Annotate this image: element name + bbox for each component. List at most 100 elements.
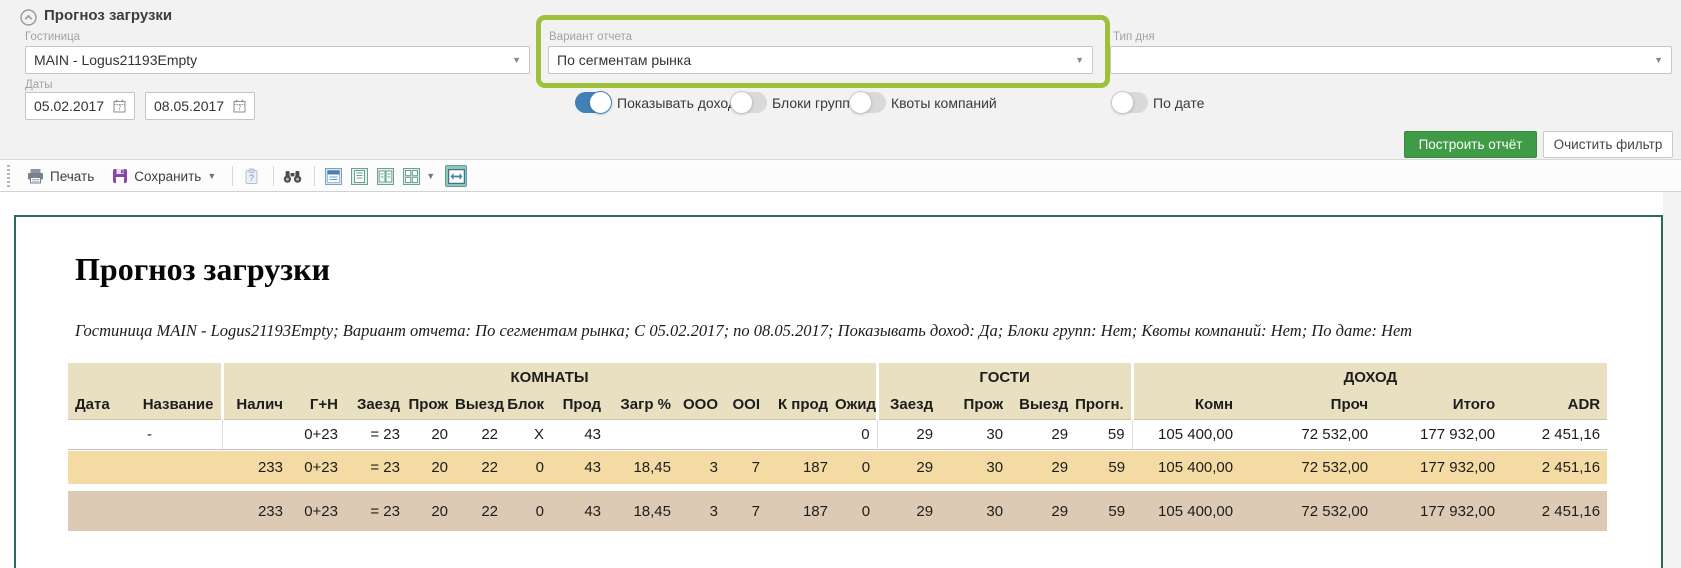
- table-cell: [68, 491, 140, 531]
- table-cell: 187: [767, 491, 835, 531]
- column-header: OOI: [725, 391, 767, 420]
- binoculars-search-icon[interactable]: [281, 165, 303, 187]
- table-cell: [68, 419, 140, 450]
- report-variant-select[interactable]: По сегментам рынка ▼: [548, 46, 1093, 74]
- table-cell: 105 400,00: [1132, 491, 1241, 531]
- column-header: Выезд: [1010, 391, 1076, 420]
- table-cell: 29: [1010, 491, 1076, 531]
- table-cell: 177 932,00: [1375, 491, 1503, 531]
- table-cell: 30: [940, 491, 1011, 531]
- column-header: Итого: [1375, 391, 1503, 420]
- by-date-toggle[interactable]: [1111, 91, 1148, 114]
- clipboard-help-icon[interactable]: ?: [240, 165, 262, 187]
- filter-panel: Прогноз загрузки Гостиница MAIN - Logus2…: [0, 0, 1681, 160]
- table-group-row: КОМНАТЫ ГОСТИ ДОХОД: [68, 363, 1608, 391]
- column-header: Загр %: [608, 391, 678, 420]
- table-cell: [221, 419, 290, 450]
- column-header: Название: [140, 391, 222, 420]
- viewer-right-gutter: [1663, 192, 1681, 568]
- table-cell: 72 532,00: [1240, 451, 1376, 484]
- table-cell: [140, 451, 222, 484]
- view-page-width-icon[interactable]: [445, 165, 468, 187]
- table-cell: 72 532,00: [1240, 491, 1376, 531]
- toolbar-separator: [232, 166, 234, 186]
- column-header: Налич: [220, 391, 290, 420]
- toolbar-separator: [314, 166, 316, 186]
- view-continuous-icon[interactable]: [348, 165, 370, 187]
- report-title: Прогноз загрузки: [75, 251, 331, 287]
- clear-filter-button[interactable]: Очистить фильтр: [1543, 131, 1673, 158]
- day-type-select[interactable]: ▼: [1110, 46, 1672, 74]
- table-cell: 30: [940, 419, 1011, 450]
- table-cell: = 23: [345, 451, 407, 484]
- table-cell: = 23: [345, 491, 407, 531]
- calendar-icon[interactable]: 7: [113, 99, 126, 113]
- report-table-wrap: КОМНАТЫ ГОСТИ ДОХОД Дата Название Налич Г+Н Зае…: [68, 363, 1608, 531]
- table-cell: 29: [877, 451, 941, 484]
- dates-label: Даты: [25, 79, 53, 91]
- table-cell: 20: [407, 451, 455, 484]
- table-cell: 43: [551, 419, 608, 450]
- screen: Прогноз загрузки Гостиница MAIN - Logus2…: [0, 0, 1681, 568]
- table-cell: 29: [876, 419, 941, 450]
- chevron-down-icon[interactable]: ▼: [426, 171, 435, 181]
- date-to-value: 08.05.2017: [154, 98, 225, 114]
- column-header: Заезд: [345, 391, 407, 420]
- group-blocks-toggle[interactable]: [730, 91, 767, 114]
- table-cell: 0: [505, 491, 551, 531]
- svg-text:?: ?: [249, 173, 254, 183]
- view-facing-pages-icon[interactable]: [374, 165, 396, 187]
- company-quotas-toggle[interactable]: [849, 91, 886, 114]
- report-toolbar: Печать Сохранить ▼ ? ▼: [0, 161, 1681, 192]
- table-cell: 18,45: [608, 451, 678, 484]
- print-button[interactable]: Печать: [22, 165, 99, 187]
- group-header: КОМНАТЫ: [220, 363, 878, 391]
- report-page: Прогноз загрузки Гостиница MAIN - Logus2…: [14, 215, 1663, 568]
- column-header: Блок: [505, 391, 551, 420]
- table-row: 233 0+23 = 23 20 22 0 43 18,45 3 7 187 0 29 30 29 59 105…: [68, 491, 1608, 531]
- column-header: К прод: [767, 391, 835, 420]
- save-icon: [113, 169, 128, 183]
- table-cell: X: [505, 419, 551, 450]
- column-header: Проч: [1240, 391, 1376, 420]
- table-cell: 177 932,00: [1375, 451, 1503, 484]
- column-header: Ожид: [835, 391, 878, 420]
- column-header: Дата: [68, 391, 140, 420]
- view-multiple-pages-icon[interactable]: [400, 165, 422, 187]
- view-single-page-icon[interactable]: [322, 165, 344, 187]
- column-header: Прод: [551, 391, 608, 420]
- show-revenue-toggle[interactable]: [575, 91, 612, 114]
- table-cell: 0: [835, 451, 878, 484]
- table-cell: 29: [877, 491, 941, 531]
- date-from-input[interactable]: 05.02.2017 7: [25, 92, 135, 120]
- calendar-icon[interactable]: 7: [233, 99, 246, 113]
- table-cell: 29: [1010, 451, 1076, 484]
- date-to-input[interactable]: 08.05.2017 7: [145, 92, 255, 120]
- column-header: Прогн.: [1075, 391, 1133, 420]
- build-report-button[interactable]: Построить отчёт: [1404, 131, 1537, 158]
- table-row: -0+23 = 23 20 22 X 43 0 29 30 29 59 105 400,00 72 53…: [68, 419, 1608, 450]
- table-cell: 187: [767, 451, 835, 484]
- hotel-select[interactable]: MAIN - Logus21193Empty ▼: [25, 46, 530, 74]
- table-cell: [725, 419, 767, 450]
- save-button[interactable]: Сохранить ▼: [107, 165, 225, 187]
- table-cell: 0: [835, 419, 878, 450]
- company-quotas-toggle-label: Квоты компаний: [891, 95, 997, 111]
- table-row: 233 0+23 = 23 20 22 0 43 18,45 3 7 187 0 29 30 29 59 105…: [68, 451, 1608, 484]
- table-cell: 2 451,16: [1502, 491, 1608, 531]
- table-cell: 3: [678, 491, 725, 531]
- table-cell: 18,45: [608, 491, 678, 531]
- toolbar-drag-handle[interactable]: [7, 165, 10, 187]
- group-blocks-toggle-label: Блоки групп: [772, 95, 850, 111]
- column-header: Выезд: [455, 391, 505, 420]
- chevron-down-icon: ▼: [1654, 55, 1663, 65]
- report-variant-value: По сегментам рынка: [557, 52, 692, 68]
- collapse-panel-icon[interactable]: [20, 9, 37, 26]
- svg-text:7: 7: [238, 106, 242, 113]
- table-cell: 29: [1010, 419, 1076, 450]
- page-title: Прогноз загрузки: [44, 7, 173, 24]
- column-header: ООО: [678, 391, 725, 420]
- table-cell: 0+23: [290, 419, 345, 450]
- table-cell: 2 451,16: [1502, 451, 1608, 484]
- hotel-label: Гостиница: [25, 31, 81, 43]
